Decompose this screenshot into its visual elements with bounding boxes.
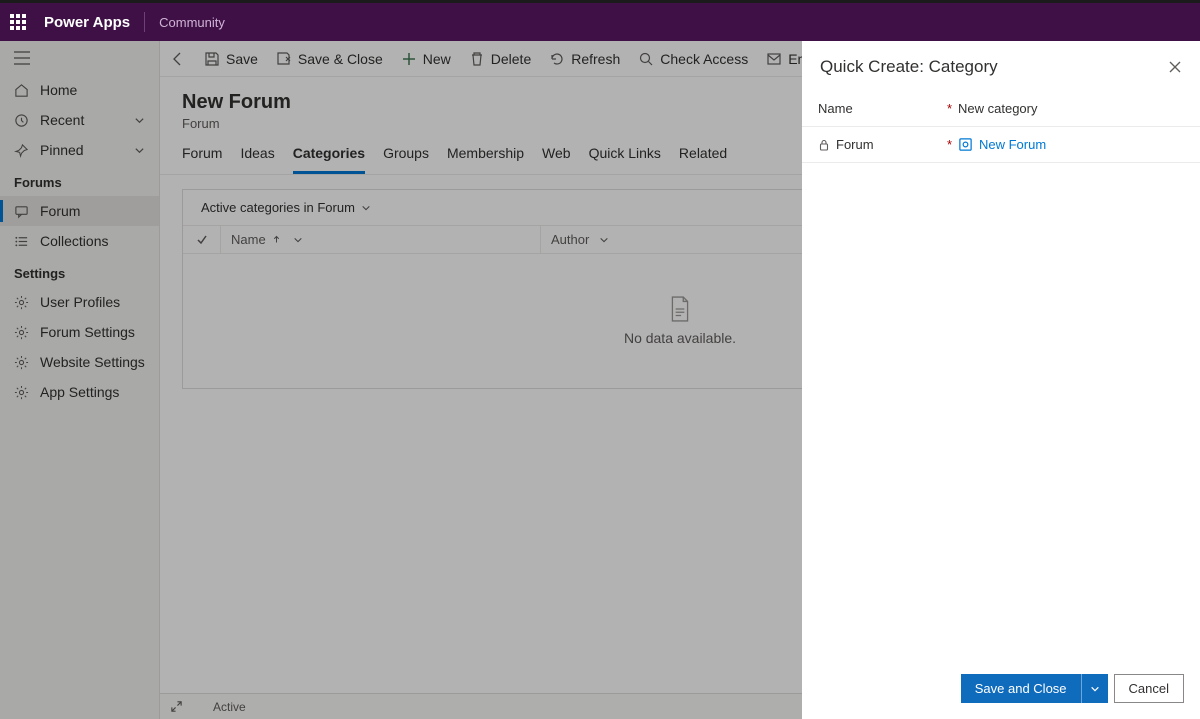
- field-row-name: Name *: [802, 91, 1200, 127]
- quick-create-footer: Save and Close Cancel: [802, 658, 1200, 719]
- forum-lookup-value[interactable]: New Forum: [979, 137, 1046, 152]
- brand-name[interactable]: Power Apps: [44, 14, 130, 31]
- save-and-close-button[interactable]: Save and Close: [961, 674, 1082, 703]
- field-label-name: Name: [818, 101, 853, 116]
- close-button[interactable]: [1168, 60, 1182, 74]
- quick-create-body: Name * Forum * New Forum: [802, 87, 1200, 658]
- save-and-close-dropdown-button[interactable]: [1082, 674, 1108, 703]
- brand-environment[interactable]: Community: [159, 15, 225, 30]
- quick-create-title: Quick Create: Category: [820, 57, 1168, 77]
- cancel-button[interactable]: Cancel: [1114, 674, 1184, 703]
- field-row-forum: Forum * New Forum: [802, 127, 1200, 163]
- name-input[interactable]: [958, 101, 1184, 116]
- chevron-down-icon: [1090, 684, 1100, 694]
- app-header: Power Apps Community: [0, 3, 1200, 41]
- required-indicator: *: [947, 101, 952, 116]
- field-label-forum: Forum: [836, 137, 874, 152]
- app-launcher-icon[interactable]: [10, 14, 26, 30]
- quick-create-panel: Quick Create: Category Name * Forum *: [802, 41, 1200, 719]
- lookup-entity-icon: [958, 137, 973, 152]
- quick-create-header: Quick Create: Category: [802, 41, 1200, 87]
- brand-separator: [144, 12, 145, 32]
- save-and-close-split-button: Save and Close: [961, 674, 1108, 703]
- required-indicator: *: [947, 137, 952, 152]
- lock-icon: [818, 139, 830, 151]
